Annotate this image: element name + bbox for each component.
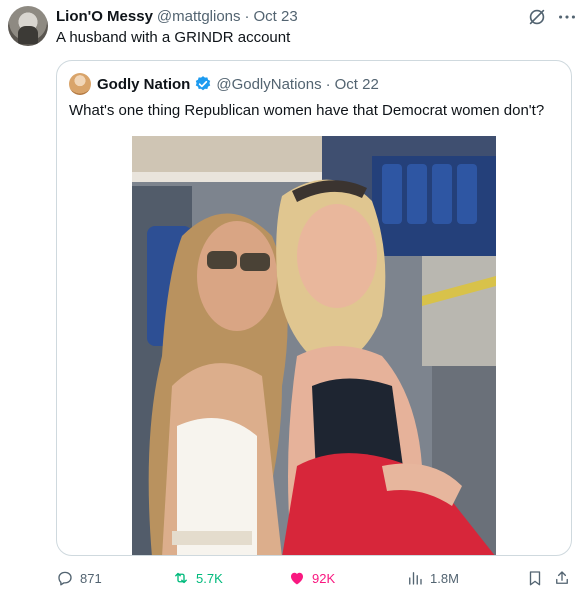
avatar[interactable]: [8, 6, 48, 46]
bookmark-button[interactable]: [526, 566, 544, 590]
quoted-header: Godly Nation @GodlyNations · Oct 22: [97, 73, 379, 95]
separator: ·: [325, 75, 331, 93]
share-icon: [556, 571, 568, 584]
author-name[interactable]: Lion'O Messy: [56, 8, 153, 25]
reply-count: 871: [80, 570, 102, 586]
heart-icon: [291, 572, 303, 585]
view-count: 1.8M: [430, 570, 459, 586]
share-button[interactable]: [553, 566, 571, 590]
reply-button[interactable]: 871: [56, 566, 102, 590]
tweet-photo[interactable]: [132, 136, 496, 555]
grok-icon[interactable]: [526, 6, 548, 28]
more-icon[interactable]: [556, 6, 578, 28]
like-count: 92K: [312, 570, 336, 586]
repost-button[interactable]: 5.7K: [172, 566, 223, 590]
quoted-author-handle: @GodlyNations: [216, 75, 322, 93]
tweet-text: A husband with a GRINDR account: [56, 29, 291, 46]
like-button[interactable]: 92K: [288, 566, 335, 590]
quoted-author-name: Godly Nation: [97, 75, 191, 93]
reply-icon: [58, 571, 72, 586]
bookmark-icon: [529, 571, 541, 586]
verified-icon: [196, 76, 211, 91]
quoted-text: What's one thing Republican women have t…: [69, 102, 545, 119]
quoted-avatar[interactable]: [69, 73, 91, 95]
photo-illustration: [132, 136, 496, 555]
action-bar: 871 5.7K 92K 1.8M: [56, 566, 576, 590]
author-handle[interactable]: @mattglions: [157, 8, 241, 25]
repost-count: 5.7K: [196, 570, 223, 586]
quoted-tweet[interactable]: Godly Nation @GodlyNations · Oct 22 What…: [56, 60, 572, 556]
tweet-date[interactable]: Oct 23: [254, 8, 298, 25]
views-button[interactable]: 1.8M: [406, 566, 459, 590]
quoted-date: Oct 22: [334, 75, 379, 93]
repost-icon: [175, 572, 187, 584]
tweet[interactable]: Lion'O Messy @mattglions · Oct 23 A husb…: [0, 0, 587, 595]
separator: ·: [244, 7, 250, 25]
tweet-header: Lion'O Messy @mattglions · Oct 23: [56, 6, 298, 26]
views-icon: [409, 572, 422, 585]
